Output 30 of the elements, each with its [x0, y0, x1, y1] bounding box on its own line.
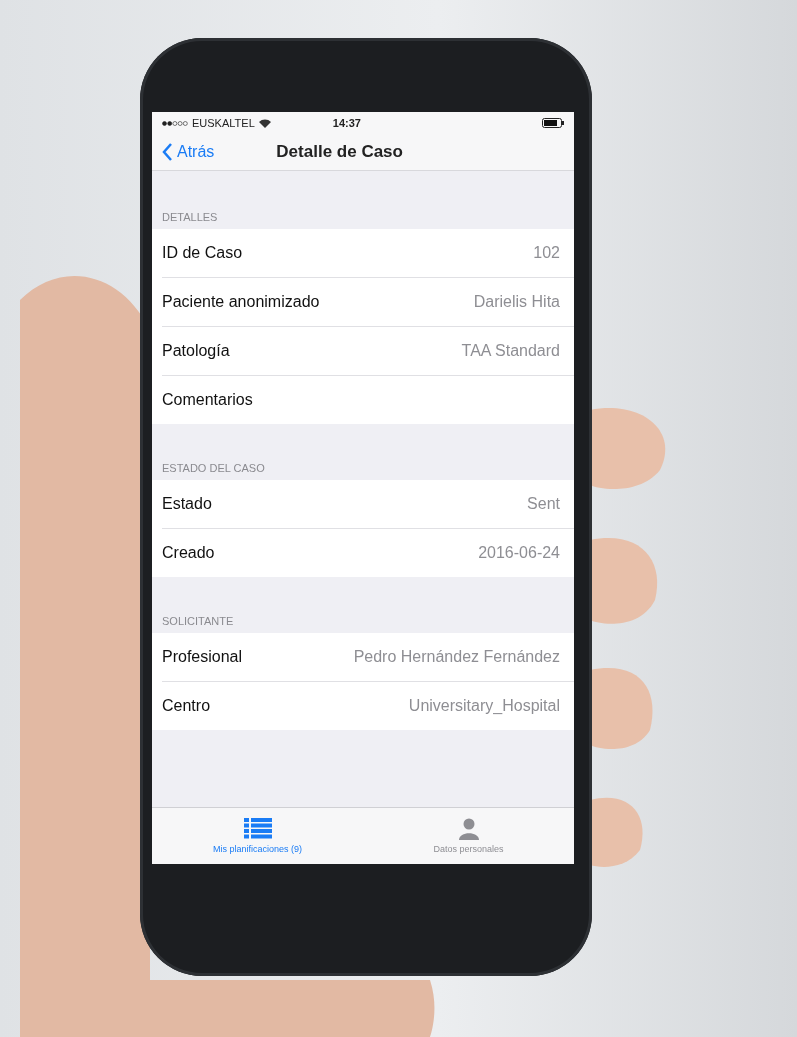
screen-title: Detalle de Caso: [276, 142, 403, 162]
row-label: Creado: [162, 544, 215, 562]
row-value: Universitary_Hospital: [408, 697, 560, 715]
row-label: ID de Caso: [162, 244, 243, 262]
row-value: Pedro Hernández Fernández: [353, 648, 560, 666]
wifi-icon: [258, 118, 271, 128]
section-header: DETALLES: [161, 210, 219, 225]
row-value: 2016-06-24: [478, 544, 560, 562]
row-label: Estado: [162, 495, 212, 513]
row-label: Centro: [162, 697, 211, 715]
row-value: 102: [533, 244, 560, 262]
chevron-left-icon: [162, 143, 173, 161]
row-label: Patología: [162, 342, 230, 360]
row-value: Sent: [527, 495, 560, 513]
tab[interactable]: Datos personales: [363, 808, 574, 864]
tab[interactable]: Mis planificaciones (9): [152, 808, 363, 864]
row-label: Paciente anonimizado: [162, 293, 320, 311]
back-button[interactable]: Atrás: [160, 141, 217, 163]
signal-icon: [162, 120, 188, 126]
status-time: 14:37: [332, 117, 361, 129]
row-label: Comentarios: [162, 391, 253, 409]
carrier-name: EUSKALTEL: [192, 117, 255, 129]
row-value: TAA Standard: [461, 342, 560, 360]
battery-icon: [542, 118, 564, 128]
person-icon: [458, 818, 479, 840]
list-icon: [243, 818, 272, 840]
section-header: SOLICITANTE: [161, 614, 235, 629]
row-label: Profesional: [162, 648, 243, 666]
row-value: Darielis Hita: [473, 293, 560, 311]
section-header: ESTADO DEL CASO: [161, 461, 266, 476]
